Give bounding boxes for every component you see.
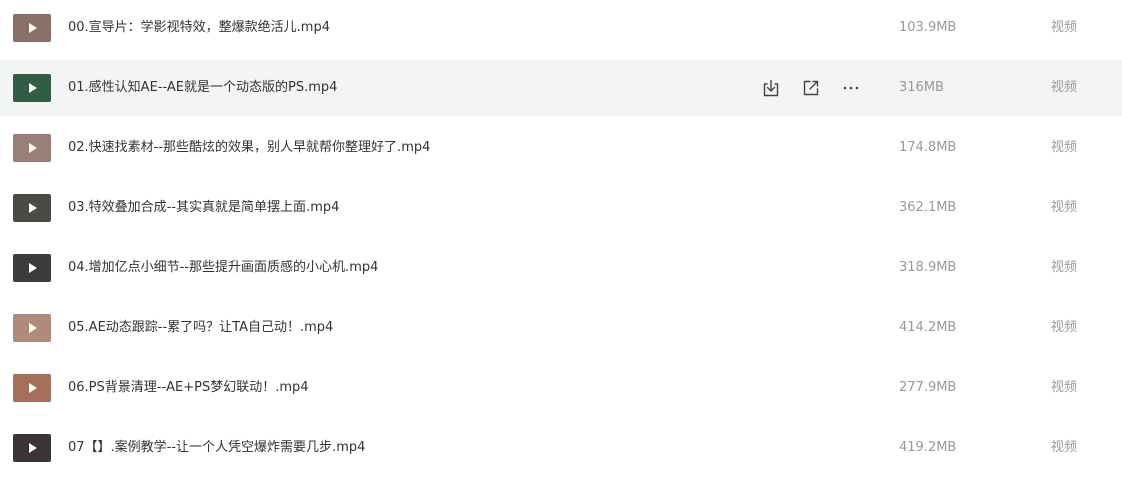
file-size: 316MB: [899, 80, 944, 95]
video-thumbnail[interactable]: [13, 374, 51, 402]
file-type: 视频: [1051, 320, 1078, 335]
file-name[interactable]: 06.PS背景清理--AE+PS梦幻联动！.mp4: [68, 360, 309, 416]
play-icon: [29, 443, 37, 453]
file-type: 视频: [1051, 260, 1078, 275]
play-icon: [29, 23, 37, 33]
file-row[interactable]: 02.快速找素材--那些酷炫的效果，别人早就帮你整理好了.mp4 174.8MB…: [0, 120, 1122, 176]
file-name[interactable]: 07【】.案例教学--让一个人凭空爆炸需要几步.mp4: [68, 420, 365, 476]
file-row[interactable]: 05.AE动态跟踪--累了吗？让TA自己动！.mp4 414.2MB 视频: [0, 300, 1122, 356]
file-size: 414.2MB: [899, 320, 957, 335]
file-size: 318.9MB: [899, 260, 957, 275]
file-name[interactable]: 02.快速找素材--那些酷炫的效果，别人早就帮你整理好了.mp4: [68, 120, 430, 176]
file-size: 277.9MB: [899, 380, 957, 395]
file-name[interactable]: 05.AE动态跟踪--累了吗？让TA自己动！.mp4: [68, 300, 333, 356]
video-thumbnail[interactable]: [13, 254, 51, 282]
video-thumbnail[interactable]: [13, 74, 51, 102]
more-icon[interactable]: [840, 77, 862, 99]
file-size: 174.8MB: [899, 140, 957, 155]
file-type: 视频: [1051, 440, 1078, 455]
file-type: 视频: [1051, 380, 1078, 395]
video-thumbnail[interactable]: [13, 314, 51, 342]
file-name[interactable]: 04.增加亿点小细节--那些提升画面质感的小心机.mp4: [68, 240, 378, 296]
file-name[interactable]: 00.宣导片：学影视特效，整爆款绝活儿.mp4: [68, 0, 330, 56]
play-icon: [29, 143, 37, 153]
file-type: 视频: [1051, 200, 1078, 215]
video-thumbnail[interactable]: [13, 434, 51, 462]
share-icon[interactable]: [800, 77, 822, 99]
file-name[interactable]: 03.特效叠加合成--其实真就是简单摆上面.mp4: [68, 180, 339, 236]
file-type: 视频: [1051, 140, 1078, 155]
file-row[interactable]: 07【】.案例教学--让一个人凭空爆炸需要几步.mp4 419.2MB 视频: [0, 420, 1122, 476]
play-icon: [29, 83, 37, 93]
video-thumbnail[interactable]: [13, 14, 51, 42]
file-row[interactable]: 01.感性认知AE--AE就是一个动态版的PS.mp4 316MB 视频: [0, 60, 1122, 116]
file-row[interactable]: 06.PS背景清理--AE+PS梦幻联动！.mp4 277.9MB 视频: [0, 360, 1122, 416]
file-list: 00.宣导片：学影视特效，整爆款绝活儿.mp4 103.9MB 视频 01.感性…: [0, 0, 1122, 485]
play-icon: [29, 383, 37, 393]
play-icon: [29, 203, 37, 213]
download-icon[interactable]: [760, 77, 782, 99]
video-thumbnail[interactable]: [13, 194, 51, 222]
play-icon: [29, 263, 37, 273]
file-row[interactable]: 00.宣导片：学影视特效，整爆款绝活儿.mp4 103.9MB 视频: [0, 0, 1122, 56]
file-row[interactable]: 03.特效叠加合成--其实真就是简单摆上面.mp4 362.1MB 视频: [0, 180, 1122, 236]
file-size: 362.1MB: [899, 200, 957, 215]
video-thumbnail[interactable]: [13, 134, 51, 162]
file-name[interactable]: 01.感性认知AE--AE就是一个动态版的PS.mp4: [68, 60, 337, 116]
play-icon: [29, 323, 37, 333]
file-type: 视频: [1051, 80, 1078, 95]
file-size: 419.2MB: [899, 440, 957, 455]
file-size: 103.9MB: [899, 20, 957, 35]
file-row[interactable]: 04.增加亿点小细节--那些提升画面质感的小心机.mp4 318.9MB 视频: [0, 240, 1122, 296]
file-type: 视频: [1051, 20, 1078, 35]
